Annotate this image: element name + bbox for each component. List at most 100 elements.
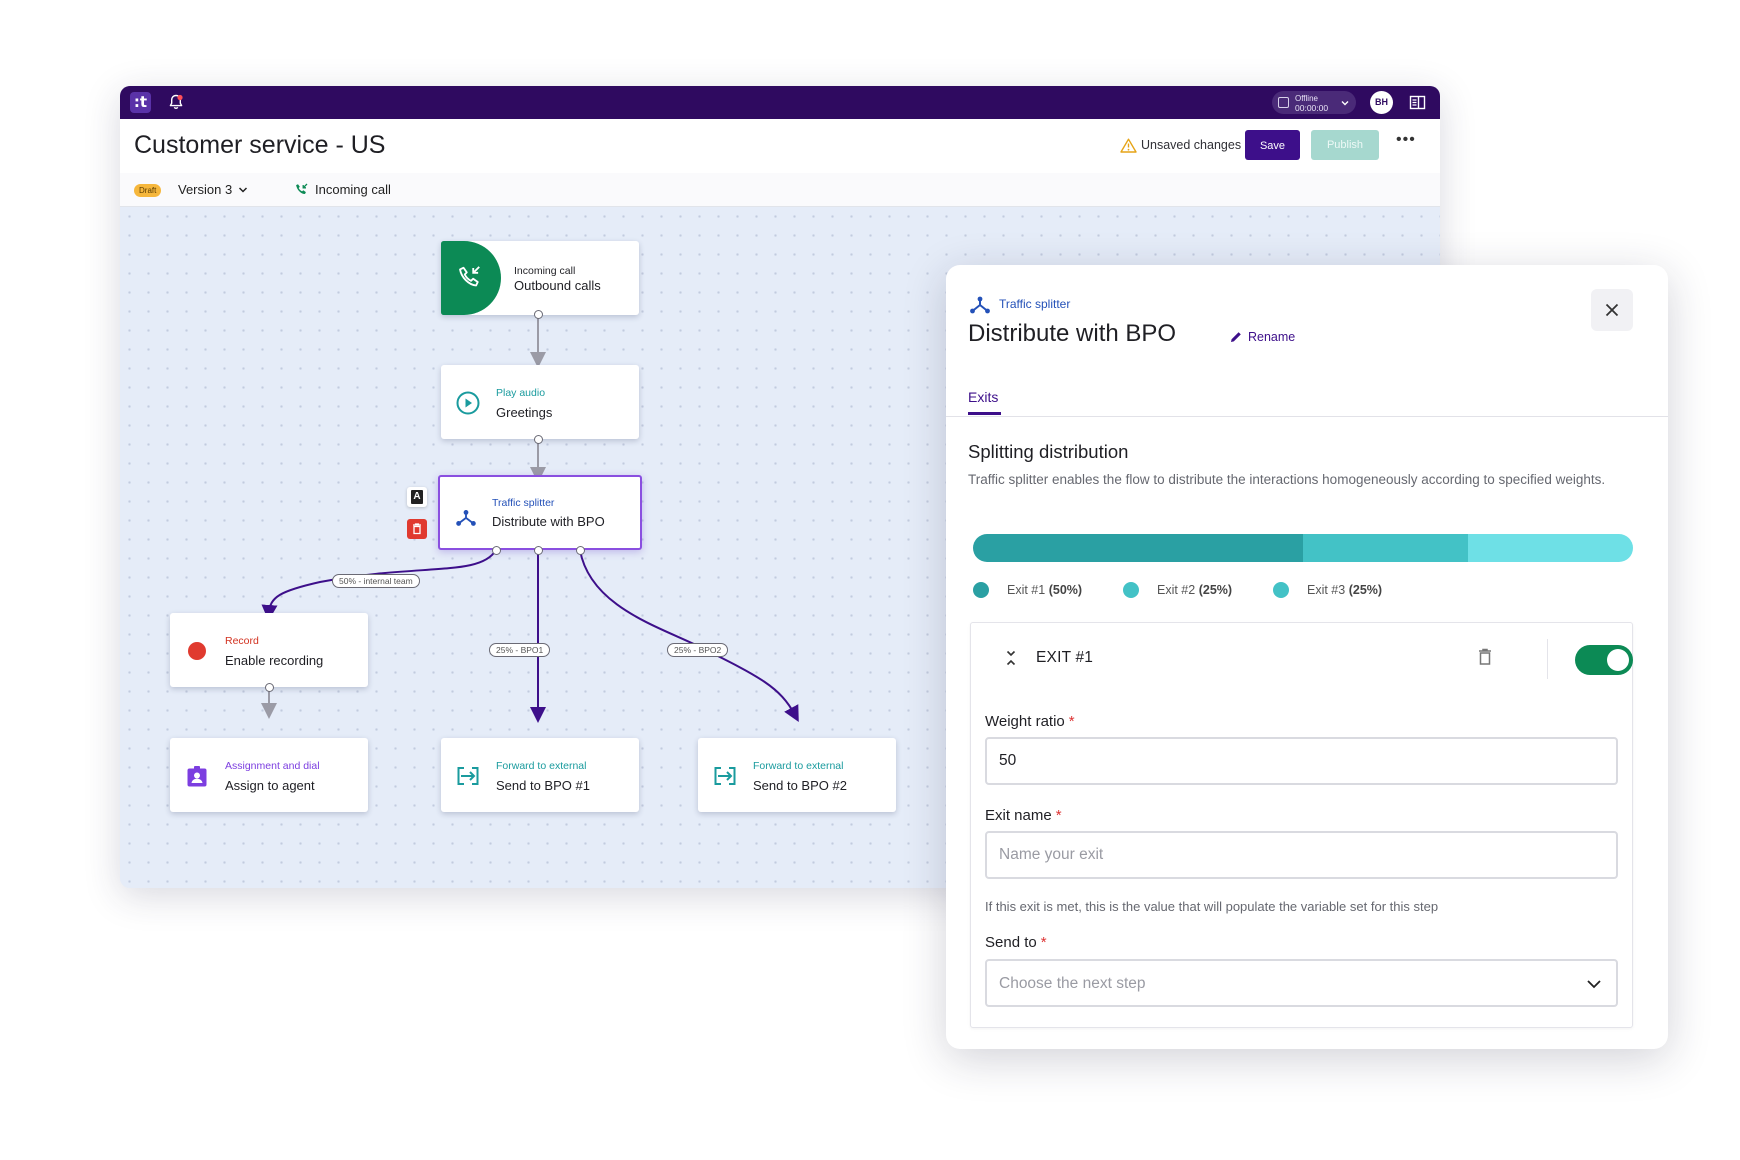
edge-label-internal: 50% - internal team — [332, 574, 420, 588]
rename-button[interactable]: Rename — [1248, 330, 1295, 344]
toggle-knob — [1607, 649, 1629, 671]
status-square-icon — [1278, 97, 1289, 108]
node-type: Traffic splitter — [492, 497, 555, 509]
chevron-down-icon[interactable] — [238, 186, 248, 194]
close-panel-button[interactable] — [1591, 289, 1633, 331]
close-icon — [1605, 303, 1619, 317]
exit-title: EXIT #1 — [1036, 649, 1094, 666]
side-panel-toggle-icon[interactable] — [1409, 94, 1426, 111]
collapse-icon[interactable] — [1005, 649, 1017, 667]
flow-node-forward-bpo1[interactable]: Forward to external Send to BPO #1 — [441, 738, 639, 812]
pencil-icon[interactable] — [1229, 330, 1243, 344]
active-tab-indicator — [968, 412, 1001, 415]
save-button[interactable]: Save — [1245, 130, 1300, 160]
node-label: Distribute with BPO — [492, 514, 605, 529]
edge-label-bpo2: 25% - BPO2 — [667, 643, 729, 657]
node-type: Forward to external — [496, 760, 587, 772]
panel-title: Distribute with BPO — [968, 320, 1177, 347]
connector-dot[interactable] — [576, 546, 585, 555]
delete-node-button[interactable] — [407, 519, 427, 539]
exit-card: EXIT #1 Weight ratio* Exit name* If this… — [970, 622, 1633, 1028]
node-label: Send to BPO #1 — [496, 778, 590, 793]
legend-name: Exit #1 — [1007, 583, 1046, 597]
required-mark: * — [1040, 934, 1047, 951]
flow-node-play-audio[interactable]: Play audio Greetings — [441, 365, 639, 439]
chevron-down-icon — [1341, 101, 1349, 106]
distribution-bar — [973, 534, 1633, 562]
tab-divider — [946, 416, 1668, 417]
node-label: Greetings — [496, 405, 553, 420]
page-title: Customer service - US — [134, 131, 386, 159]
node-label: Assign to agent — [225, 778, 315, 793]
flow-node-incoming[interactable]: Incoming call Outbound calls — [441, 241, 639, 315]
exit-name-input[interactable] — [985, 831, 1618, 879]
phone-incoming-icon — [296, 183, 308, 194]
trash-icon — [413, 523, 421, 535]
forward-icon — [714, 767, 736, 785]
legend-dot — [973, 582, 989, 598]
section-title: Splitting distribution — [968, 441, 1129, 462]
node-type: Incoming call — [514, 265, 576, 277]
node-settings-panel: Traffic splitter Distribute with BPO Ren… — [946, 265, 1668, 1049]
connector-dot[interactable] — [265, 683, 274, 692]
chevron-down-icon — [1587, 980, 1601, 989]
required-mark: * — [1055, 807, 1062, 824]
forward-icon — [457, 767, 479, 785]
node-type: Assignment and dial — [225, 760, 320, 772]
trash-icon[interactable] — [1477, 647, 1493, 667]
legend-pct: (25%) — [1348, 583, 1383, 597]
app-logo-icon[interactable]: :t — [130, 92, 151, 113]
agent-status-dropdown[interactable]: Offline 00:00:00 — [1272, 91, 1356, 114]
flow-node-traffic-splitter[interactable]: Traffic splitter Distribute with BPO — [438, 475, 642, 550]
connector-dot[interactable] — [534, 546, 543, 555]
node-label: Enable recording — [225, 653, 324, 668]
node-label: Send to BPO #2 — [753, 778, 847, 793]
legend-pct: (50%) — [1048, 583, 1083, 597]
panel-node-type: Traffic splitter — [999, 297, 1071, 311]
draft-badge: Draft — [134, 184, 162, 197]
rename-letter-icon: A — [411, 490, 423, 504]
status-text: Offline — [1295, 94, 1318, 103]
notification-bell-icon[interactable] — [167, 93, 185, 111]
weight-ratio-text: Weight ratio — [985, 713, 1065, 730]
publish-button[interactable]: Publish — [1311, 130, 1379, 160]
connector-dot[interactable] — [534, 310, 543, 319]
agent-badge-icon — [187, 766, 207, 787]
unsaved-changes-text: Unsaved changes — [1141, 138, 1242, 152]
send-to-select[interactable]: Choose the next step — [985, 959, 1618, 1007]
exit-enabled-toggle[interactable] — [1575, 645, 1633, 675]
connector-dot[interactable] — [492, 546, 501, 555]
splitter-icon — [456, 509, 476, 526]
distribution-segment-1 — [973, 534, 1303, 562]
exit-name-text: Exit name — [985, 807, 1052, 824]
phone-incoming-icon — [459, 266, 480, 287]
flow-node-forward-bpo2[interactable]: Forward to external Send to BPO #2 — [698, 738, 896, 812]
rename-node-button[interactable]: A — [407, 487, 427, 507]
divider — [1547, 639, 1548, 679]
status-timer: 00:00:00 — [1295, 103, 1329, 113]
user-avatar[interactable]: BH — [1370, 91, 1393, 114]
send-to-text: Send to — [985, 934, 1037, 951]
top-bar: :t Offline 00:00:00 BH — [120, 86, 1440, 119]
node-type: Play audio — [496, 387, 546, 399]
weight-ratio-input[interactable] — [985, 737, 1618, 785]
record-dot-icon — [188, 642, 206, 660]
legend-dot — [1123, 582, 1139, 598]
exit-name-help: If this exit is met, this is the value t… — [985, 899, 1439, 914]
send-to-placeholder: Choose the next step — [999, 975, 1146, 992]
version-selector[interactable]: Version 3 — [178, 182, 232, 197]
legend-name: Exit #3 — [1307, 583, 1346, 597]
legend-pct: (25%) — [1198, 583, 1233, 597]
send-to-label: Send to * — [985, 934, 1047, 951]
section-description: Traffic splitter enables the flow to dis… — [968, 472, 1606, 487]
exit-name-label: Exit name * — [985, 807, 1062, 824]
splitter-icon — [970, 296, 990, 314]
required-mark: * — [1068, 713, 1075, 730]
distribution-segment-3 — [1468, 534, 1633, 562]
connector-dot[interactable] — [534, 435, 543, 444]
tab-exits[interactable]: Exits — [968, 389, 998, 405]
weight-ratio-label: Weight ratio * — [985, 713, 1075, 730]
more-options-icon[interactable]: ••• — [1396, 131, 1416, 149]
flow-node-assignment[interactable]: Assignment and dial Assign to agent — [170, 738, 368, 812]
flow-node-record[interactable]: Record Enable recording — [170, 613, 368, 687]
